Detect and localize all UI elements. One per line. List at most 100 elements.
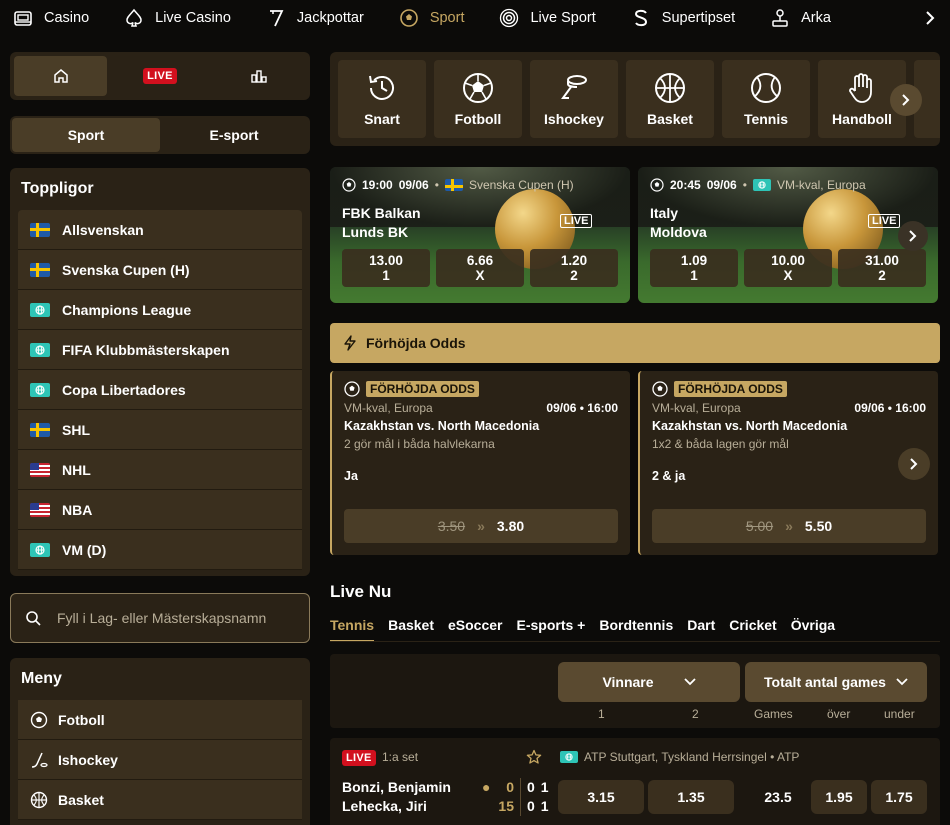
featured-match-card[interactable]: 20:45 09/06 • VM-kval, Europa Italy Mold… <box>638 167 938 303</box>
boost-description: 1x2 & båda lagen gör mål <box>652 437 789 451</box>
standings-button[interactable] <box>213 56 306 96</box>
boost-odds-button[interactable]: 3.50 » 3.80 <box>344 509 618 543</box>
boost-tag: FÖRHÖJDA ODDS <box>366 381 479 397</box>
odds-button-over[interactable]: 1.95 <box>811 780 867 814</box>
league-item[interactable]: NHL <box>18 450 302 490</box>
tournament-info: ATP Stuttgart, Tyskland Herrsingel • ATP <box>560 750 799 764</box>
live-signal-icon <box>498 7 520 29</box>
tab-ovriga[interactable]: Övriga <box>791 617 835 642</box>
tab-esoccer[interactable]: eSoccer <box>448 617 502 642</box>
boost-scroll-right-button[interactable] <box>898 448 930 480</box>
player-1-sets: 1 <box>540 779 549 795</box>
tile-label: Handboll <box>832 111 892 127</box>
odds-button-x[interactable]: 10.00 X <box>744 249 832 287</box>
top-leagues-title: Toppligor <box>21 180 94 197</box>
match-teams: Italy Moldova <box>650 204 707 242</box>
live-badge: LIVE <box>342 750 376 766</box>
tile-basket[interactable]: Basket <box>626 60 714 138</box>
league-item[interactable]: Champions League <box>18 290 302 330</box>
winner-market-dropdown[interactable]: Vinnare <box>558 662 740 702</box>
boost-odds-button[interactable]: 5.00 » 5.50 <box>652 509 926 543</box>
nav-casino[interactable]: Casino <box>0 0 89 36</box>
nav-live-sport[interactable]: Live Sport <box>486 0 596 36</box>
tab-basket[interactable]: Basket <box>388 617 434 642</box>
games-column-2: 1 1 <box>541 778 549 816</box>
menu-item-label: Basket <box>58 791 104 808</box>
search-input[interactable] <box>57 610 287 626</box>
tab-cricket[interactable]: Cricket <box>729 617 776 642</box>
nav-arkad[interactable]: Arka <box>757 0 831 36</box>
tile-label: Tennis <box>743 111 789 127</box>
nav-supertipset[interactable]: Supertipset <box>618 0 735 36</box>
casino-icon <box>12 7 34 29</box>
hand-icon <box>845 71 879 105</box>
players: Bonzi, Benjamin Lehecka, Jiri <box>342 778 451 816</box>
live-button[interactable]: LIVE <box>113 56 206 96</box>
boost-league: VM-kval, Europa <box>344 401 433 415</box>
tiles-scroll-right-button[interactable] <box>890 84 922 116</box>
chevron-right-icon <box>902 94 910 106</box>
menu-item-fotboll[interactable]: Fotboll <box>18 700 302 740</box>
odds-button-player-2[interactable]: 1.35 <box>648 780 734 814</box>
top-leagues-panel: Toppligor Allsvenskan Svenska Cupen (H) Ch… <box>10 168 310 576</box>
games-column-1: 0 0 <box>527 778 535 816</box>
league-item[interactable]: SHL <box>18 410 302 450</box>
league-item[interactable]: Copa Libertadores <box>18 370 302 410</box>
nav-sport[interactable]: Sport <box>386 0 464 36</box>
tab-esports[interactable]: E-sports + <box>516 617 585 642</box>
odds-button-2[interactable]: 1.20 2 <box>530 249 618 287</box>
boosted-odds-header[interactable]: Förhöjda Odds <box>330 323 940 363</box>
nav-jackpottar[interactable]: Jackpottar <box>253 0 364 36</box>
tile-snart[interactable]: Snart <box>338 60 426 138</box>
esport-tab[interactable]: E-sport <box>160 118 308 152</box>
league-item[interactable]: FIFA Klubbmästerskapen <box>18 330 302 370</box>
menu-item-ishockey[interactable]: Ishockey <box>18 740 302 780</box>
home-button[interactable] <box>14 56 108 96</box>
menu-item-basket[interactable]: Basket <box>18 780 302 820</box>
tab-dart[interactable]: Dart <box>687 617 715 642</box>
globe-icon <box>30 382 50 397</box>
tile-label: Snart <box>364 111 400 127</box>
menu-panel: Meny Fotboll Ishockey Basket <box>10 658 310 825</box>
tab-tennis[interactable]: Tennis <box>330 617 375 642</box>
chevron-right-icon <box>909 230 917 242</box>
tile-fotboll[interactable]: Fotboll <box>434 60 522 138</box>
league-item[interactable]: Allsvenskan <box>18 210 302 250</box>
column-label-over: över <box>827 707 851 721</box>
sport-tab[interactable]: Sport <box>12 118 160 152</box>
league-item[interactable]: NBA <box>18 490 302 530</box>
tile-ishockey[interactable]: Ishockey <box>530 60 618 138</box>
away-team: Lunds BK <box>342 224 409 240</box>
odds-value: 6.66 <box>466 253 494 268</box>
favorite-star-icon[interactable] <box>526 749 542 765</box>
boost-tag-row: FÖRHÖJDA ODDS <box>652 381 926 397</box>
odds-button-2[interactable]: 31.00 2 <box>838 249 926 287</box>
league-item[interactable]: Svenska Cupen (H) <box>18 250 302 290</box>
nav-scroll-right-button[interactable] <box>910 0 950 36</box>
league-label: VM (D) <box>62 541 107 558</box>
odds-button-player-1[interactable]: 3.15 <box>558 780 644 814</box>
player-1: Bonzi, Benjamin <box>342 779 451 795</box>
odds-button-1[interactable]: 13.00 1 <box>342 249 430 287</box>
new-odds: 5.50 <box>804 518 833 534</box>
separator-dot: • <box>434 178 439 192</box>
odds-button-under[interactable]: 1.75 <box>871 780 927 814</box>
old-odds: 5.00 <box>745 518 774 534</box>
odds-button-1[interactable]: 1.09 1 <box>650 249 738 287</box>
featured-match-card[interactable]: 19:00 09/06 • Svenska Cupen (H) FBK Balk… <box>330 167 630 303</box>
tile-label: Basket <box>647 111 693 127</box>
league-item[interactable]: VM (D) <box>18 530 302 570</box>
player-2-points: 15 <box>498 798 514 814</box>
odds-button-x[interactable]: 6.66 X <box>436 249 524 287</box>
cards-scroll-right-button[interactable] <box>898 221 928 251</box>
live-match-row[interactable]: LIVE 1:a set ATP Stuttgart, Tyskland Her… <box>330 738 940 825</box>
quick-bar: LIVE <box>10 52 310 100</box>
total-games-market-dropdown[interactable]: Totalt antal games <box>745 662 927 702</box>
tab-bordtennis[interactable]: Bordtennis <box>599 617 673 642</box>
match-time: 20:45 <box>670 178 701 192</box>
player-2: Lehecka, Jiri <box>342 798 427 814</box>
nav-live-casino[interactable]: Live Casino <box>111 0 231 36</box>
live-indicator: LIVE <box>560 214 593 228</box>
tile-tennis[interactable]: Tennis <box>722 60 810 138</box>
player-1-points: 0 <box>506 779 514 795</box>
